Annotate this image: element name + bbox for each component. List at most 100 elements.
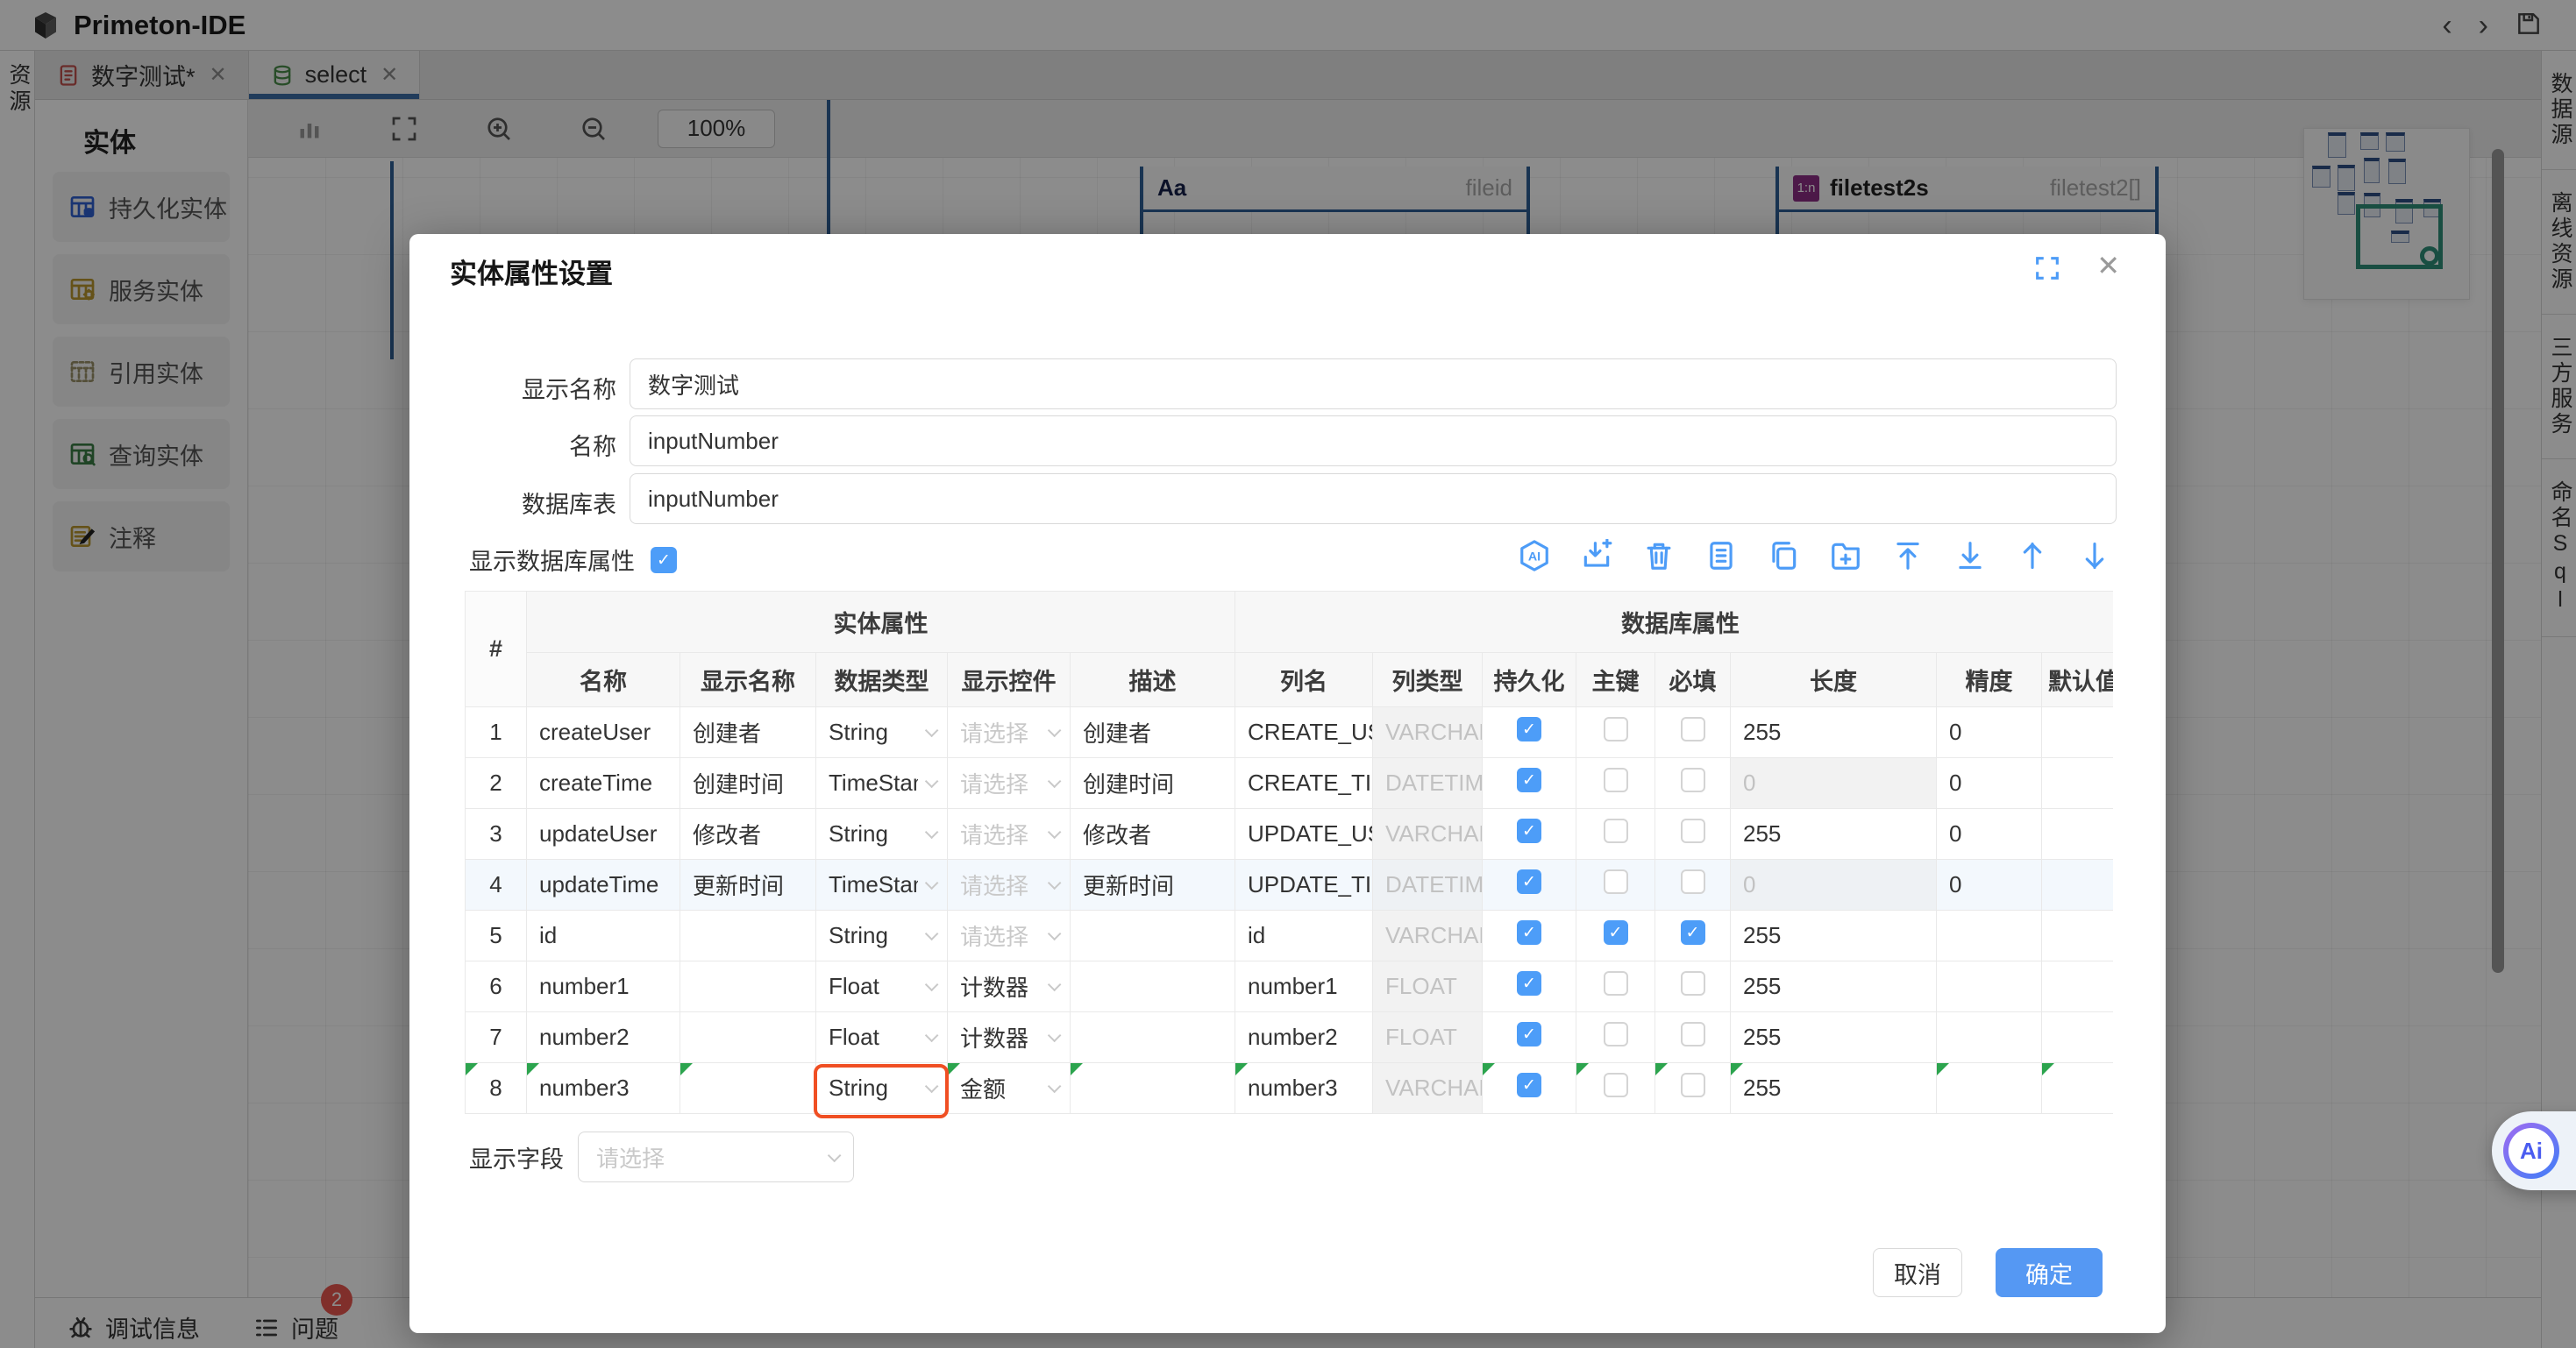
cell-persistent[interactable] [1483, 809, 1576, 860]
cell-description[interactable]: 修改者 [1071, 809, 1235, 860]
cell-column-name[interactable]: UPDATE_TIME [1235, 860, 1373, 911]
cell-data-type[interactable]: Float [816, 1012, 948, 1063]
select[interactable]: String [829, 820, 935, 848]
cell-display-name[interactable]: 修改者 [680, 809, 816, 860]
cell-primary-key[interactable] [1576, 1012, 1655, 1063]
cell-length[interactable]: 255 [1731, 809, 1937, 860]
cell-name[interactable]: updateUser [527, 809, 680, 860]
ai-icon[interactable]: AI [1518, 539, 1551, 572]
cell-description[interactable]: 创建时间 [1071, 758, 1235, 809]
cell-name[interactable]: createUser [527, 707, 680, 758]
checkbox[interactable] [1604, 971, 1628, 996]
checkbox[interactable] [1517, 920, 1541, 945]
cell-name[interactable]: number2 [527, 1012, 680, 1063]
cell-length[interactable]: 0 [1731, 860, 1937, 911]
show-db-props-checkbox[interactable] [651, 547, 677, 573]
cell-primary-key[interactable] [1576, 707, 1655, 758]
detail-icon[interactable] [1704, 539, 1738, 572]
cell-precision[interactable]: 0 [1937, 860, 2042, 911]
cell-name[interactable]: updateTime [527, 860, 680, 911]
cell-primary-key[interactable] [1576, 758, 1655, 809]
cell-primary-key[interactable] [1576, 860, 1655, 911]
confirm-button[interactable]: 确定 [1996, 1248, 2103, 1297]
cell-display-name[interactable]: 创建者 [680, 707, 816, 758]
move-down-icon[interactable] [2078, 539, 2111, 572]
select[interactable]: 计数器 [960, 970, 1057, 1003]
checkbox[interactable] [1681, 819, 1705, 843]
cell-length[interactable]: 255 [1731, 911, 1937, 961]
checkbox[interactable] [1681, 869, 1705, 894]
checkbox[interactable] [1517, 768, 1541, 792]
cell-control[interactable]: 请选择 [948, 707, 1071, 758]
cell-column-name[interactable]: number3 [1235, 1063, 1373, 1114]
checkbox[interactable] [1604, 1073, 1628, 1097]
select[interactable]: 金额 [960, 1072, 1057, 1104]
cell-display-name[interactable] [680, 1063, 816, 1114]
checkbox[interactable] [1604, 717, 1628, 741]
cell-primary-key[interactable] [1576, 1063, 1655, 1114]
cell-control[interactable]: 请选择 [948, 758, 1071, 809]
cell-column-name[interactable]: id [1235, 911, 1373, 961]
checkbox[interactable] [1681, 1022, 1705, 1046]
checkbox[interactable] [1604, 920, 1628, 945]
checkbox[interactable] [1517, 717, 1541, 741]
cell-default[interactable] [2042, 1012, 2113, 1063]
cell-control[interactable]: 请选择 [948, 860, 1071, 911]
cell-column-name[interactable]: CREATE_TIME [1235, 758, 1373, 809]
select[interactable]: String [829, 922, 935, 949]
select[interactable]: 计数器 [960, 1021, 1057, 1054]
cell-name[interactable]: createTime [527, 758, 680, 809]
cell-primary-key[interactable] [1576, 809, 1655, 860]
cell-control[interactable]: 金额 [948, 1063, 1071, 1114]
cell-precision[interactable] [1937, 1012, 2042, 1063]
checkbox[interactable] [1604, 869, 1628, 894]
import-icon[interactable] [1580, 539, 1613, 572]
select[interactable]: Float [829, 973, 935, 1000]
cell-primary-key[interactable] [1576, 961, 1655, 1012]
select[interactable]: 请选择 [960, 869, 1057, 901]
copy-icon[interactable] [1767, 539, 1800, 572]
cell-required[interactable] [1655, 809, 1731, 860]
cell-display-name[interactable] [680, 1012, 816, 1063]
checkbox[interactable] [1604, 768, 1628, 792]
cell-description[interactable] [1071, 1063, 1235, 1114]
field-input-1[interactable]: inputNumber [630, 415, 2117, 466]
move-up-icon[interactable] [2016, 539, 2049, 572]
field-input-0[interactable]: 数字测试 [630, 358, 2117, 409]
cell-default[interactable] [2042, 860, 2113, 911]
select[interactable]: 请选择 [960, 716, 1057, 748]
select[interactable]: 请选择 [960, 919, 1057, 952]
cell-control[interactable]: 请选择 [948, 911, 1071, 961]
cell-data-type[interactable]: String [816, 809, 948, 860]
checkbox[interactable] [1604, 1022, 1628, 1046]
cell-persistent[interactable] [1483, 1012, 1576, 1063]
cell-precision[interactable] [1937, 911, 2042, 961]
cell-description[interactable] [1071, 1012, 1235, 1063]
checkbox[interactable] [1517, 819, 1541, 843]
cell-data-type[interactable]: String [816, 911, 948, 961]
cell-required[interactable] [1655, 1012, 1731, 1063]
checkbox[interactable] [1517, 1022, 1541, 1046]
cell-precision[interactable]: 0 [1937, 758, 2042, 809]
cell-length[interactable]: 255 [1731, 1063, 1937, 1114]
cell-required[interactable] [1655, 860, 1731, 911]
field-input-2[interactable]: inputNumber [630, 473, 2117, 524]
cell-persistent[interactable] [1483, 961, 1576, 1012]
cell-description[interactable]: 创建者 [1071, 707, 1235, 758]
checkbox[interactable] [1517, 971, 1541, 996]
checkbox[interactable] [1681, 768, 1705, 792]
select[interactable]: String [829, 1075, 935, 1102]
cell-primary-key[interactable] [1576, 911, 1655, 961]
select[interactable]: TimeStamp [829, 770, 935, 797]
cell-persistent[interactable] [1483, 860, 1576, 911]
cell-required[interactable] [1655, 758, 1731, 809]
cell-display-name[interactable]: 更新时间 [680, 860, 816, 911]
delete-icon[interactable] [1642, 539, 1676, 572]
cell-description[interactable] [1071, 961, 1235, 1012]
cell-default[interactable] [2042, 809, 2113, 860]
cell-control[interactable]: 计数器 [948, 1012, 1071, 1063]
cell-default[interactable] [2042, 961, 2113, 1012]
cell-required[interactable] [1655, 1063, 1731, 1114]
checkbox[interactable] [1681, 1073, 1705, 1097]
cell-description[interactable]: 更新时间 [1071, 860, 1235, 911]
